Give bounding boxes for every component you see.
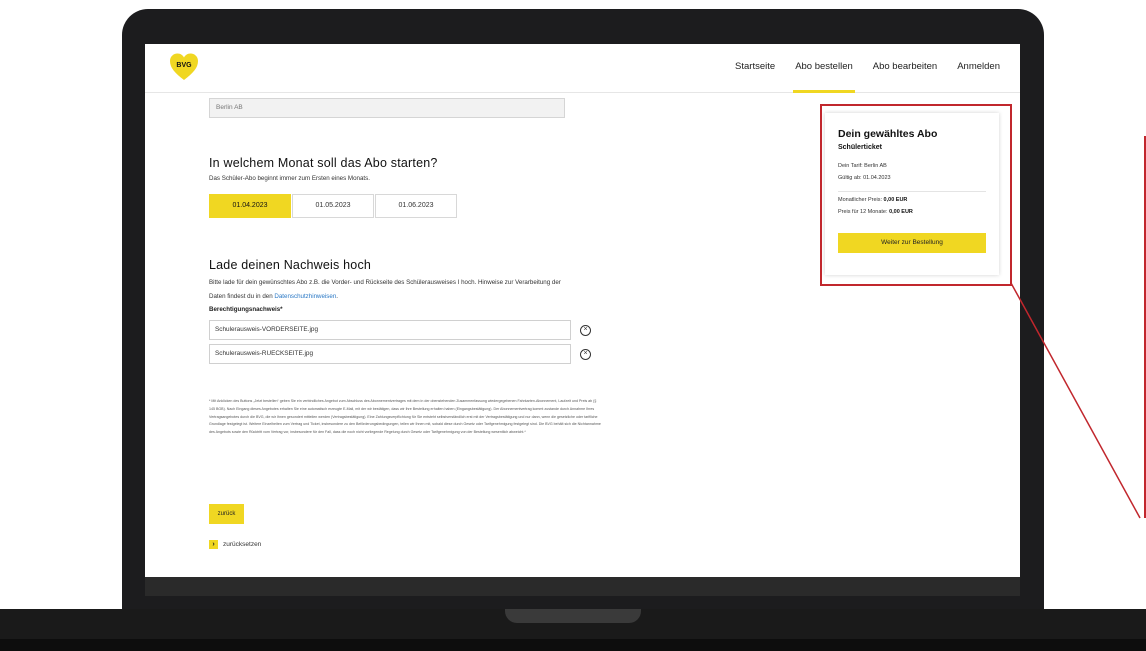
nav-startseite[interactable]: Startseite <box>725 44 785 92</box>
upload-text-end: . <box>336 293 339 300</box>
proof-label: Berechtigungsnachweis* <box>209 306 283 313</box>
file-name-field[interactable]: Schulerausweis-RUECKSEITE.jpg <box>209 344 571 364</box>
file-name-field[interactable]: Schulerausweis-VORDERSEITE.jpg <box>209 320 571 340</box>
upload-heading: Lade deinen Nachweis hoch <box>209 258 372 272</box>
chevron-right-icon: › <box>209 540 218 549</box>
privacy-link[interactable]: Datenschutzhinweisen <box>274 293 336 300</box>
nav-anmelden[interactable]: Anmelden <box>947 44 1010 92</box>
tarif-field[interactable]: Berlin AB <box>209 98 565 118</box>
back-button[interactable]: zurück <box>209 504 244 524</box>
logo-text: BVG <box>176 62 192 69</box>
bvg-heart-logo-icon[interactable]: BVG <box>169 52 199 82</box>
screen-bottom-strip <box>145 577 1020 596</box>
nav-abo-bearbeiten[interactable]: Abo bearbeiten <box>863 44 947 92</box>
highlight-box <box>820 104 1012 286</box>
main-nav: Startseite Abo bestellen Abo bearbeiten … <box>725 44 1010 93</box>
month-heading: In welchem Monat soll das Abo starten? <box>209 156 438 170</box>
month-option-3[interactable]: 01.06.2023 <box>375 194 457 218</box>
month-hint: Das Schüler-Abo beginnt immer zum Ersten… <box>209 175 370 182</box>
month-option-1[interactable]: 01.04.2023 <box>209 194 291 218</box>
site-header: BVG Startseite Abo bestellen Abo bearbei… <box>145 44 1020 93</box>
file-row: Schulerausweis-VORDERSEITE.jpg × <box>209 320 591 340</box>
upload-description: Bitte lade für dein gewünschtes Abo z.B.… <box>209 276 579 304</box>
month-option-2[interactable]: 01.05.2023 <box>292 194 374 218</box>
nav-abo-bestellen[interactable]: Abo bestellen <box>785 44 863 93</box>
upload-text: Bitte lade für dein gewünschtes Abo z.B.… <box>209 279 561 300</box>
legal-fine-print: * Mit Anklicken des Buttons „Jetzt beste… <box>209 399 601 435</box>
file-row: Schulerausweis-RUECKSEITE.jpg × <box>209 344 591 364</box>
laptop-base-shade <box>0 639 1146 651</box>
laptop-notch <box>505 609 641 623</box>
remove-file-icon[interactable]: × <box>580 325 591 336</box>
reset-label: zurücksetzen <box>223 541 262 548</box>
month-options: 01.04.2023 01.05.2023 01.06.2023 <box>209 194 457 218</box>
remove-file-icon[interactable]: × <box>580 349 591 360</box>
reset-link[interactable]: › zurücksetzen <box>209 540 261 549</box>
